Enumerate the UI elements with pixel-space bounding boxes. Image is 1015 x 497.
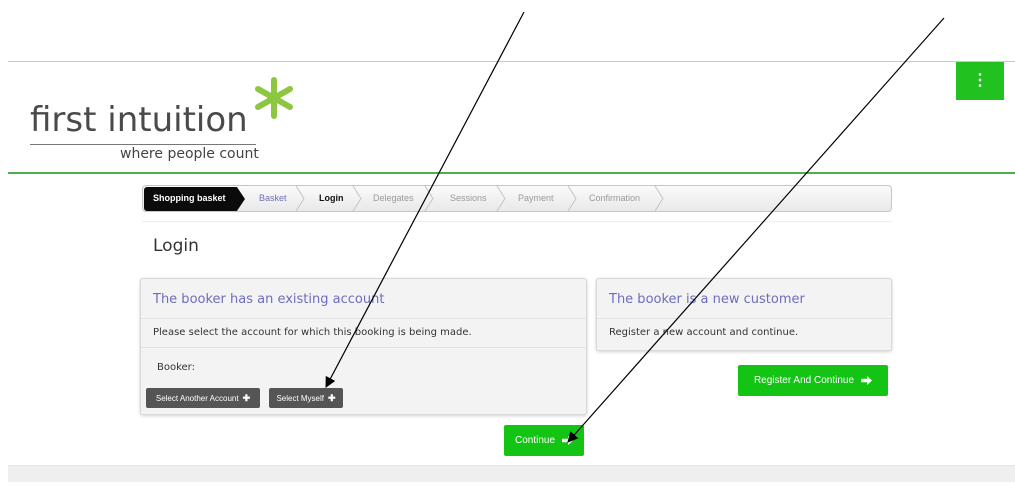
continue-button[interactable]: Continue — [504, 425, 584, 456]
menu-button[interactable]: ⋮ — [956, 62, 1004, 100]
page-title: Login — [153, 236, 199, 256]
select-myself-button[interactable]: Select Myself ✚ — [269, 388, 343, 408]
arrow-right-icon — [562, 436, 574, 445]
header-green-divider — [8, 172, 1015, 174]
new-customer-heading: The booker is a new customer — [609, 292, 805, 307]
chevron-right-icon — [295, 186, 305, 211]
logo-tagline: where people count — [120, 146, 259, 162]
chevron-right-icon — [424, 186, 434, 211]
breadcrumb-step-payment[interactable]: Payment — [518, 193, 554, 203]
breadcrumb-step-basket[interactable]: Basket — [259, 193, 287, 203]
new-customer-instruction: Register a new account and continue. — [609, 327, 799, 338]
panel-divider — [141, 347, 586, 348]
plus-icon: ✚ — [328, 392, 336, 403]
booker-label: Booker: — [157, 362, 195, 373]
panel-divider — [597, 318, 891, 319]
breadcrumb-step-confirmation[interactable]: Confirmation — [589, 193, 640, 203]
panel-divider — [141, 318, 586, 319]
existing-account-panel: The booker has an existing account Pleas… — [140, 278, 587, 415]
header-top-rule — [8, 61, 1015, 62]
first-intuition-logo[interactable]: first intuition where people count — [30, 77, 300, 170]
arrow-right-icon — [861, 376, 873, 385]
breadcrumb-step-delegates[interactable]: Delegates — [373, 193, 414, 203]
register-and-continue-button[interactable]: Register And Continue — [738, 365, 888, 396]
asterisk-star-icon — [255, 77, 293, 119]
checkout-breadcrumb: Shopping basket Basket Login Delegates S… — [142, 185, 892, 212]
existing-account-heading: The booker has an existing account — [153, 292, 385, 307]
chevron-right-icon — [567, 186, 577, 211]
footer-band — [8, 465, 1015, 482]
existing-account-instruction: Please select the account for which this… — [153, 327, 472, 338]
breadcrumb-step-sessions[interactable]: Sessions — [450, 193, 487, 203]
logo-underline — [30, 144, 256, 145]
breadcrumb-shopping-basket[interactable]: Shopping basket — [144, 187, 245, 211]
select-another-account-button[interactable]: Select Another Account ✚ — [146, 388, 260, 408]
chevron-right-icon — [496, 186, 506, 211]
breadcrumb-step-login[interactable]: Login — [319, 193, 344, 203]
chevron-right-icon — [654, 186, 664, 211]
vertical-dots-icon: ⋮ — [972, 72, 988, 89]
new-customer-panel: The booker is a new customer Register a … — [596, 278, 892, 351]
plus-icon: ✚ — [242, 392, 251, 403]
title-divider — [142, 221, 892, 222]
logo-text: first intuition — [30, 100, 248, 140]
chevron-right-icon — [352, 186, 362, 211]
